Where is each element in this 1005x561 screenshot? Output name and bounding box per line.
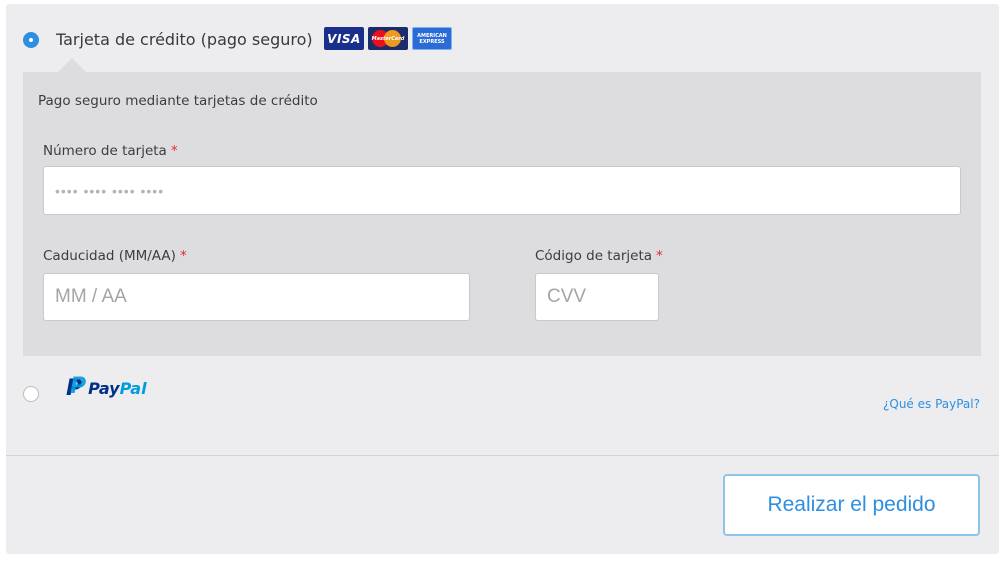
expiry-label: Caducidad (MM/AA) * [43,248,187,264]
what-is-paypal-link[interactable]: ¿Qué es PayPal? [883,397,980,411]
visa-logo: VISA [324,27,364,50]
card-number-input[interactable]: •••• •••• •••• •••• [43,166,961,215]
expiry-placeholder: MM / AA [55,286,127,307]
card-number-label-text: Número de tarjeta [43,143,167,159]
expanded-pointer [58,58,86,72]
credit-card-option-label[interactable]: Tarjeta de crédito (pago seguro) [56,30,313,49]
card-logos: VISA MasterCard AMERICAN EXPRESS [324,27,452,50]
expiry-label-text: Caducidad (MM/AA) [43,248,176,264]
paypal-p-icon: PP [66,374,87,401]
mastercard-logo-text: MasterCard [371,35,405,42]
required-mark: * [656,248,663,264]
credit-card-description: Pago seguro mediante tarjetas de crédito [38,93,318,109]
place-order-button[interactable]: Realizar el pedido [723,474,980,536]
required-mark: * [170,143,178,159]
visa-logo-text: VISA [327,31,361,46]
paypal-wordmark: PayPal [88,378,146,400]
cvv-label-text: Código de tarjeta [535,248,653,264]
amex-logo: AMERICAN EXPRESS [412,27,452,50]
paypal-wordmark-pal: Pal [119,379,147,398]
cvv-placeholder: CVV [547,286,587,307]
paypal-logo[interactable]: PP PayPal [66,374,147,401]
paypal-radio[interactable] [23,386,39,402]
amex-logo-text: AMERICAN EXPRESS [417,32,447,45]
card-number-placeholder: •••• •••• •••• •••• [55,182,165,199]
card-number-label: Número de tarjeta * [43,143,178,159]
expiry-input[interactable]: MM / AA [43,273,470,321]
paypal-wordmark-pay: Pay [88,379,120,398]
required-mark: * [179,248,187,264]
credit-card-radio[interactable] [23,32,39,48]
mastercard-logo: MasterCard [368,27,408,50]
cvv-label: Código de tarjeta * [535,248,663,264]
divider [6,455,999,456]
cvv-input[interactable]: CVV [535,273,659,321]
